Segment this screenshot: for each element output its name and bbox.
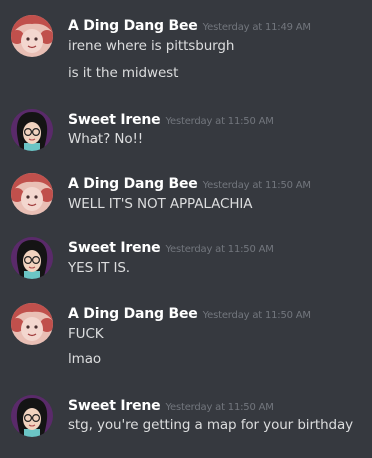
glasses-avatar-icon[interactable] [11,109,53,151]
timestamp: Yesterday at 11:50 AM [202,310,311,321]
message-text: irene where is pittsburgh [68,38,235,54]
username[interactable]: Sweet Irene [68,240,161,256]
message-text: stg, you're getting a map for your birth… [68,417,354,433]
timestamp: Yesterday at 11:50 AM [165,116,274,127]
message-text: WELL IT'S NOT APPALACHIA [68,196,253,212]
username[interactable]: Sweet Irene [68,112,161,128]
red-haired-avatar-icon[interactable] [11,173,53,215]
timestamp: Yesterday at 11:50 AM [202,180,311,191]
glasses-avatar-icon[interactable] [11,395,53,437]
username[interactable]: A Ding Dang Bee [68,306,198,322]
red-haired-avatar-icon[interactable] [11,303,53,345]
message-text: FUCK [68,326,104,342]
message-text: is it the midwest [68,65,179,81]
timestamp: Yesterday at 11:50 AM [165,402,274,413]
message-text: What? No!! [68,131,144,147]
username[interactable]: A Ding Dang Bee [68,18,198,34]
timestamp: Yesterday at 11:49 AM [202,22,311,33]
timestamp: Yesterday at 11:50 AM [165,244,274,255]
message-text: YES IT IS. [68,260,130,276]
red-haired-avatar-icon[interactable] [11,15,53,57]
glasses-avatar-icon[interactable] [11,237,53,279]
username[interactable]: Sweet Irene [68,398,161,414]
username[interactable]: A Ding Dang Bee [68,176,198,192]
message-text: lmao [68,351,102,367]
